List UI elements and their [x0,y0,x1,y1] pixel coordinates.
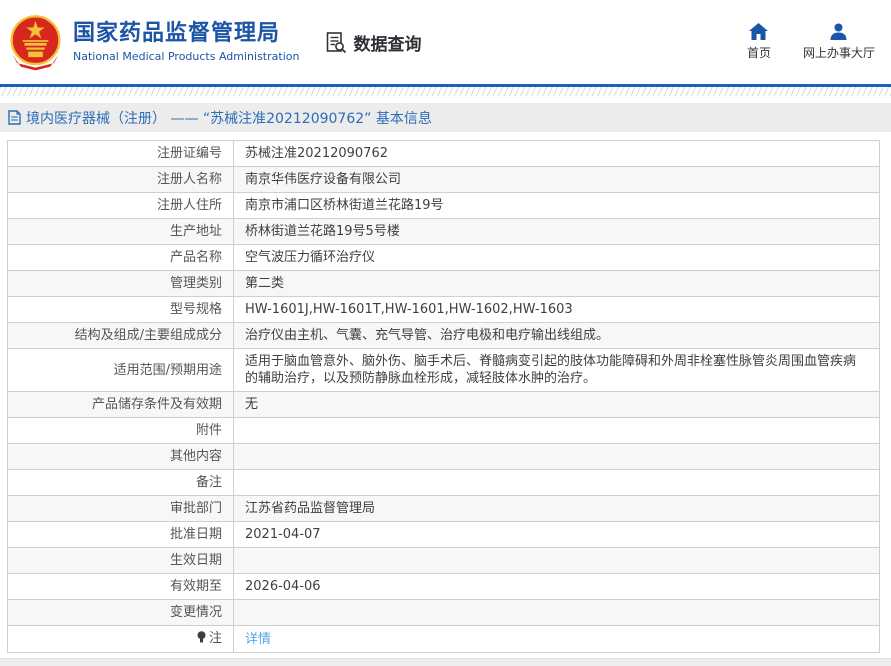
document-search-icon [327,31,347,53]
field-value: 无 [233,391,880,418]
site-subtitle: National Medical Products Administration [73,50,300,63]
field-label: 管理类别 [7,270,234,297]
table-row: 审批部门 江苏省药品监督管理局 [7,495,880,522]
field-label: 有效期至 [7,573,234,600]
field-label: 型号规格 [7,296,234,323]
table-row: 注册人住所 南京市浦口区桥林街道兰花路19号 [7,192,880,219]
field-value [233,417,880,444]
footer-band [0,658,891,666]
table-row: 附件 [7,417,880,444]
field-label: 审批部门 [7,495,234,522]
table-row: 产品名称 空气波压力循环治疗仪 [7,244,880,271]
table-row: 备注 [7,469,880,496]
field-value [233,547,880,574]
field-value [233,469,880,496]
table-row: 注册人名称 南京华伟医疗设备有限公司 [7,166,880,193]
table-row: 型号规格 HW-1601J,HW-1601T,HW-1601,HW-1602,HW… [7,296,880,323]
registration-info-table: 注册证编号 苏械注准20212090762 注册人名称 南京华伟医疗设备有限公司 注册人… [7,140,880,653]
field-label: 变更情况 [7,599,234,626]
field-label: 批准日期 [7,521,234,548]
table-row: 生效日期 [7,547,880,574]
table-row: 注册证编号 苏械注准20212090762 [7,140,880,167]
table-row: 结构及组成/主要组成成分 治疗仪由主机、气囊、充气导管、治疗电极和电疗输出线组成。 [7,322,880,349]
nav-service-hall[interactable]: 网上办事大厅 [803,23,875,61]
field-label: 备注 [7,469,234,496]
field-value: 2021-04-07 [233,521,880,548]
field-label: 注册人住所 [7,192,234,219]
field-value: 适用于脑血管意外、脑外伤、脑手术后、脊髓病变引起的肢体功能障碍和外周非栓塞性脉管… [233,348,880,392]
breadcrumb-text: 境内医疗器械（注册） —— “苏械注准20212090762” 基本信息 [26,110,432,127]
bulb-icon [197,631,206,648]
field-label: 产品名称 [7,244,234,271]
header-nav: 首页 网上办事大厅 [747,23,875,61]
national-emblem-logo [10,15,61,71]
field-label: 生产地址 [7,218,234,245]
breadcrumb: 境内医疗器械（注册） —— “苏械注准20212090762” 基本信息 [0,103,891,132]
site-title: 国家药品监督管理局 [73,21,281,46]
field-label: 结构及组成/主要组成成分 [7,322,234,349]
field-label: 产品储存条件及有效期 [7,391,234,418]
home-icon [749,23,769,40]
field-value: 苏械注准20212090762 [233,140,880,167]
field-value: 详情 [233,625,880,653]
nav-hall-label: 网上办事大厅 [802,46,875,60]
field-value: 第二类 [233,270,880,297]
field-value: 桥林街道兰花路19号5号楼 [233,218,880,245]
field-label: 适用范围/预期用途 [7,348,234,392]
header: 国家药品监督管理局 National Medical Products Admi… [0,0,891,84]
table-row: 有效期至 2026-04-06 [7,573,880,600]
field-value: 南京华伟医疗设备有限公司 [233,166,880,193]
table-row: 生产地址 桥林街道兰花路19号5号楼 [7,218,880,245]
person-icon [830,23,847,40]
document-icon [8,110,21,125]
table-row: 适用范围/预期用途 适用于脑血管意外、脑外伤、脑手术后、脊髓病变引起的肢体功能障碍… [7,348,880,392]
field-label: 其他内容 [7,443,234,470]
field-label: 注 [7,625,234,653]
nav-home[interactable]: 首页 [747,23,771,61]
brand: 国家药品监督管理局 National Medical Products Admi… [8,11,299,73]
field-label: 注册人名称 [7,166,234,193]
field-value: 南京市浦口区桥林街道兰花路19号 [233,192,880,219]
data-query-label: 数据查询 [353,34,422,55]
table-row: 批准日期 2021-04-07 [7,521,880,548]
table-row: 产品储存条件及有效期无 [7,391,880,418]
field-label: 注册证编号 [7,140,234,167]
detail-link[interactable]: 详情 [245,632,271,647]
field-value [233,443,880,470]
striped-band [0,87,891,96]
field-value [233,599,880,626]
field-value: 治疗仪由主机、气囊、充气导管、治疗电极和电疗输出线组成。 [233,322,880,349]
nav-home-label: 首页 [746,46,771,60]
field-value: 空气波压力循环治疗仪 [233,244,880,271]
table-row: 管理类别 第二类 [7,270,880,297]
field-label: 附件 [7,417,234,444]
brand-text: 国家药品监督管理局 National Medical Products Admi… [73,21,299,63]
table-row: 其他内容 [7,443,880,470]
field-value: 2026-04-06 [233,573,880,600]
table-row: 注详情 [7,625,880,653]
field-value: 江苏省药品监督管理局 [233,495,880,522]
field-value: HW-1601J,HW-1601T,HW-1601,HW-1602,HW-160… [233,296,880,323]
table-row: 变更情况 [7,599,880,626]
field-label: 生效日期 [7,547,234,574]
data-query-nav[interactable]: 数据查询 [325,30,421,55]
